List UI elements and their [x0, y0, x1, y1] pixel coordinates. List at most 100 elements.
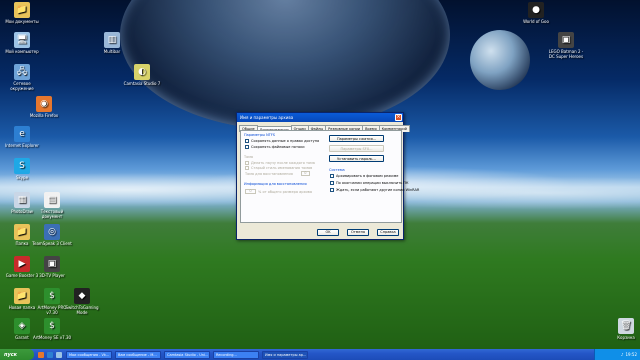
- shortcut-icon: ▦: [14, 192, 30, 208]
- ok-button[interactable]: OK: [317, 229, 339, 236]
- desktop-icon[interactable]: S Skype: [2, 158, 42, 180]
- shortcut-icon: ◎: [44, 224, 60, 240]
- compression-settings-button[interactable]: Параметры сжатия...: [329, 135, 384, 142]
- recovery-group-label: Информация для восстановления: [244, 182, 307, 186]
- desktop-icon-label: World of Goo: [523, 19, 549, 24]
- background-mode-checkbox[interactable]: Архивировать в фоновом режиме: [330, 174, 398, 178]
- system-tray: ♪ 19:52: [594, 349, 640, 360]
- dialog-title: Имя и параметры архива: [240, 115, 294, 120]
- wallpaper-moon: [470, 30, 530, 90]
- shortcut-icon: ●: [528, 2, 544, 18]
- quick-launch: [34, 351, 66, 358]
- desktop-icon-label: Skype: [15, 175, 29, 180]
- recovery-percent-label: % от общего размера архива: [258, 189, 312, 194]
- volume-oldstyle-label: Старый стиль именования томов: [251, 166, 313, 170]
- shortcut-icon: ▥: [104, 32, 120, 48]
- shortcut-icon: 📁: [14, 288, 30, 304]
- checkbox-box[interactable]: [330, 174, 334, 178]
- system-group-label: Система: [329, 168, 345, 172]
- desktop-icon[interactable]: ▥ Multibar: [92, 32, 132, 54]
- shortcut-icon: 🗑: [618, 318, 634, 334]
- shortcut-icon: ◆: [74, 288, 90, 304]
- desktop-icon[interactable]: ◉ Mozilla Firefox: [24, 96, 64, 118]
- set-password-button[interactable]: Установить пароль...: [329, 155, 384, 162]
- wallpaper-planet: [120, 0, 450, 130]
- checkbox-box[interactable]: [245, 161, 249, 165]
- taskbar-item[interactable]: Camtasia Studio - Uni...: [164, 350, 210, 359]
- desktop-icon[interactable]: 📁 Мои документы: [2, 2, 42, 24]
- shortcut-icon: $: [44, 318, 60, 334]
- checkbox-box[interactable]: [330, 188, 334, 192]
- ntfs-acl-label: Сохранять данные о правах доступа: [251, 139, 320, 143]
- desktop-icon-label: Multibar: [103, 49, 121, 54]
- cancel-button[interactable]: Отмена: [347, 229, 369, 236]
- wait-other-copies-label: Ждать, если работают другие копии WinRAR: [336, 188, 420, 192]
- tray-volume-icon[interactable]: ♪: [621, 352, 624, 357]
- taskbar-item-active[interactable]: Имя и параметры ар...: [262, 350, 308, 359]
- ntfs-acl-checkbox[interactable]: Сохранять данные о правах доступа: [245, 139, 319, 143]
- clock: 19:52: [625, 352, 637, 357]
- desktop-icon-label: Mozilla Firefox: [29, 113, 59, 118]
- shutdown-label: По окончании операции выключить ПК: [336, 181, 409, 185]
- desktop-icon-label: Мой компьютер: [5, 49, 39, 54]
- desktop-icon-label: Текстовый документ: [40, 209, 64, 219]
- shortcut-icon: 🖧: [14, 64, 30, 80]
- close-icon[interactable]: ×: [395, 114, 402, 121]
- desktop-icon-label: Корзина: [617, 335, 635, 340]
- taskbar: пуск Мои сообщения - Vk... Вам сообщение…: [0, 349, 640, 360]
- taskbar-item[interactable]: Вам сообщение - М...: [115, 350, 161, 359]
- shortcut-icon: ◈: [14, 318, 30, 334]
- wait-other-copies-checkbox[interactable]: Ждать, если работают другие копии WinRAR: [330, 188, 419, 192]
- advanced-panel: Параметры NTFS Сохранять данные о правах…: [240, 130, 419, 223]
- volume-oldstyle-checkbox[interactable]: Старый стиль именования томов: [245, 166, 312, 170]
- desktop-icon[interactable]: ◐ Camtasia Studio 7: [122, 64, 162, 86]
- desktop-icon[interactable]: 🖧 Сетевое окружение: [2, 64, 42, 91]
- volume-pause-checkbox[interactable]: Делать паузу после каждого тома: [245, 161, 315, 165]
- desktop-icon[interactable]: e Internet Explorer: [2, 126, 42, 148]
- desktop-icon-label: 3D-TV Player: [39, 273, 65, 278]
- shortcut-icon: ▣: [44, 256, 60, 272]
- ntfs-streams-checkbox[interactable]: Сохранять файловые потоки: [245, 145, 305, 149]
- taskbar-item[interactable]: Мои сообщения - Vk...: [66, 350, 112, 359]
- desktop-icon[interactable]: [56, 351, 62, 358]
- shortcut-icon: 📁: [14, 224, 30, 240]
- checkbox-box[interactable]: [245, 139, 249, 143]
- dialog-titlebar[interactable]: Имя и параметры архива ×: [237, 113, 403, 122]
- shortcut-icon: ◉: [36, 96, 52, 112]
- desktop-icon-label: LEGO Batman 2 - DC Super Heroes: [548, 49, 584, 59]
- firefox-icon[interactable]: [38, 351, 44, 358]
- ie-icon[interactable]: [47, 351, 53, 358]
- desktop-icon[interactable]: ▣ 3D-TV Player: [32, 256, 72, 278]
- desktop-icon[interactable]: ● World of Goo: [516, 2, 556, 24]
- taskbar-item[interactable]: Recording...: [213, 350, 259, 359]
- sfx-settings-button[interactable]: Параметры SFX...: [329, 145, 384, 152]
- shortcut-icon: ◐: [134, 64, 150, 80]
- desktop-icon[interactable]: 🖥 Мой компьютер: [2, 32, 42, 54]
- recovery-record-row: 0 % от общего размера архива: [245, 189, 312, 194]
- shortcut-icon: 📁: [14, 2, 30, 18]
- shortcut-icon: ▤: [44, 192, 60, 208]
- shortcut-icon: S: [14, 158, 30, 174]
- help-button[interactable]: Справка: [377, 229, 399, 236]
- start-button[interactable]: пуск: [0, 349, 34, 360]
- checkbox-box[interactable]: [330, 181, 334, 185]
- desktop-icon-label: SwitchToGaming Mode: [65, 305, 99, 315]
- desktop-icon[interactable]: 🗑 Корзина: [606, 318, 640, 340]
- checkbox-box[interactable]: [245, 145, 249, 149]
- shortcut-icon: $: [44, 288, 60, 304]
- ntfs-streams-label: Сохранять файловые потоки: [251, 145, 305, 149]
- desktop-icon[interactable]: ◎ TeamSpeak 3 Client: [32, 224, 72, 246]
- shortcut-icon: ▶: [14, 256, 30, 272]
- recovery-percent-spinner[interactable]: 0: [245, 189, 256, 194]
- desktop-icon[interactable]: ◆ SwitchToGaming Mode: [62, 288, 102, 315]
- desktop-icon[interactable]: ▣ LEGO Batman 2 - DC Super Heroes: [546, 32, 586, 59]
- recovery-volumes-spinner[interactable]: 0: [300, 171, 310, 176]
- shutdown-checkbox[interactable]: По окончании операции выключить ПК: [330, 181, 409, 185]
- desktop-icon[interactable]: ▤ Текстовый документ: [32, 192, 72, 219]
- archive-settings-dialog: Имя и параметры архива × Общие Дополните…: [236, 112, 419, 240]
- ntfs-group-label: Параметры NTFS: [244, 133, 276, 137]
- shortcut-icon: e: [14, 126, 30, 142]
- checkbox-box[interactable]: [245, 166, 249, 170]
- desktop-icon[interactable]: ◈ Garant: [2, 318, 42, 340]
- shortcut-icon: 🖥: [14, 32, 30, 48]
